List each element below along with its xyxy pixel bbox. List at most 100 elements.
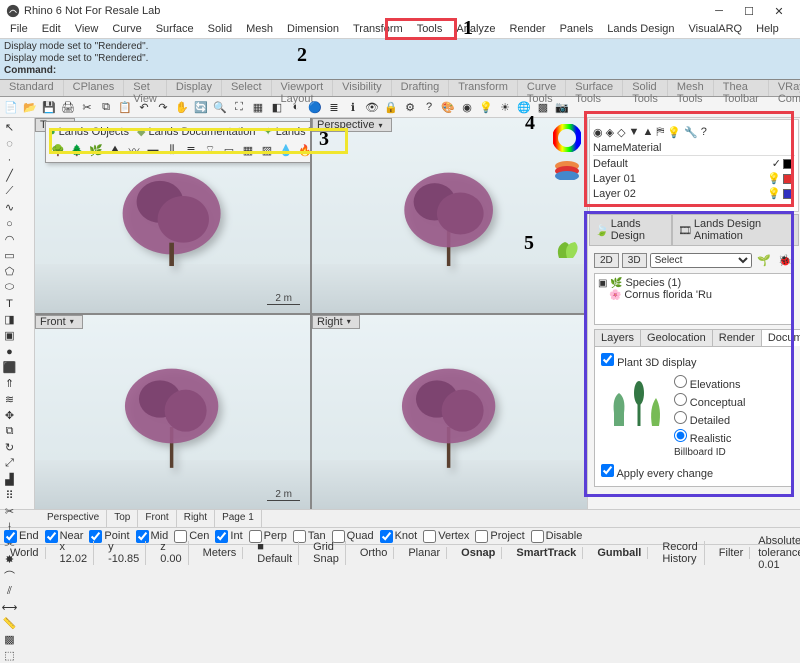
help-icon[interactable]: ?: [420, 98, 438, 116]
rectangle-icon[interactable]: ▭: [2, 248, 17, 263]
cplane-icon[interactable]: ◧: [268, 98, 286, 116]
hatch-icon[interactable]: ▩: [2, 632, 17, 647]
tab-thea[interactable]: Thea Toolbar: [714, 80, 769, 96]
layers-icon[interactable]: ≣: [325, 98, 343, 116]
subtab-render[interactable]: Render: [712, 329, 762, 346]
text-icon[interactable]: T: [2, 296, 17, 311]
menu-help[interactable]: Help: [749, 22, 786, 38]
close-button[interactable]: ✕: [764, 0, 794, 22]
shrub-icon[interactable]: 🌲: [68, 141, 86, 159]
menu-lands-design[interactable]: Lands Design: [600, 22, 681, 38]
path-icon[interactable]: 〰: [125, 141, 143, 159]
status-units[interactable]: Meters: [197, 547, 244, 559]
3d-button[interactable]: 3D: [622, 253, 647, 268]
status-osnap[interactable]: Osnap: [455, 547, 502, 559]
maximize-button[interactable]: ☐: [734, 0, 764, 22]
osnap-vertex[interactable]: Vertex: [423, 530, 469, 543]
undo-icon[interactable]: ↶: [135, 98, 153, 116]
plant-icon[interactable]: 🌳: [49, 141, 67, 159]
sun-icon[interactable]: ☀: [496, 98, 514, 116]
status-ortho[interactable]: Ortho: [354, 547, 395, 559]
camera-icon[interactable]: 📷: [553, 98, 571, 116]
render-icon[interactable]: 🔵: [306, 98, 324, 116]
osnap-project[interactable]: Project: [475, 530, 524, 543]
tab-select[interactable]: Select: [222, 80, 272, 96]
subtab-document[interactable]: Document: [761, 329, 800, 346]
redo-icon[interactable]: ↷: [154, 98, 172, 116]
light-panel-icon[interactable]: 💡: [667, 126, 681, 139]
lasso-icon[interactable]: ◌: [2, 136, 17, 151]
pick-plant-icon[interactable]: 🌱: [755, 251, 773, 269]
tab-setview[interactable]: Set View: [124, 80, 167, 96]
radio-conceptual[interactable]: Conceptual: [674, 393, 745, 409]
viewport-front[interactable]: Front▾ 2 m: [35, 315, 310, 510]
lock-icon[interactable]: 🔒: [382, 98, 400, 116]
point-icon[interactable]: ·: [2, 152, 17, 167]
fire-icon[interactable]: 🔥: [296, 141, 310, 159]
material-icon[interactable]: ◉: [458, 98, 476, 116]
command-area[interactable]: Display mode set to "Rendered". Display …: [0, 39, 800, 80]
status-record-history[interactable]: Record History: [656, 541, 704, 565]
open-icon[interactable]: 📂: [21, 98, 39, 116]
zone-icon[interactable]: ▨: [258, 141, 276, 159]
tab-transform[interactable]: Transform: [449, 80, 518, 96]
plant-3d-display-checkbox[interactable]: Plant 3D display: [601, 357, 697, 369]
vptab-right[interactable]: Right: [177, 510, 215, 527]
apply-every-change-checkbox[interactable]: Apply every change: [601, 464, 787, 480]
panel-tab-icon[interactable]: ▲: [642, 126, 653, 138]
rotate-view-icon[interactable]: 🔄: [192, 98, 210, 116]
wall-icon[interactable]: ▬: [144, 141, 162, 159]
tab-lands-design[interactable]: 🍃Lands Design: [589, 214, 672, 246]
pointer-icon[interactable]: ↖: [2, 120, 17, 135]
vptab-page1[interactable]: Page 1: [215, 510, 262, 527]
loft-icon[interactable]: ≋: [2, 392, 17, 407]
menu-edit[interactable]: Edit: [35, 22, 68, 38]
vptab-perspective[interactable]: Perspective: [40, 510, 107, 527]
shade-icon[interactable]: ◐: [287, 98, 305, 116]
radio-realistic[interactable]: Realistic: [674, 429, 745, 445]
menu-surface[interactable]: Surface: [149, 22, 201, 38]
menu-tools[interactable]: Tools: [410, 22, 450, 38]
menu-transform[interactable]: Transform: [346, 22, 410, 38]
options-icon[interactable]: ⚙: [401, 98, 419, 116]
tab-surface-tools[interactable]: Surface Tools: [566, 80, 623, 96]
menu-curve[interactable]: Curve: [105, 22, 148, 38]
minimize-button[interactable]: ─: [704, 0, 734, 22]
terrain-icon[interactable]: ⛰: [106, 141, 124, 159]
edit-plant-icon[interactable]: 🐞: [776, 251, 794, 269]
extrude-icon[interactable]: ⇑: [2, 376, 17, 391]
fence-icon[interactable]: ⫼: [163, 141, 181, 159]
color-wheel-icon[interactable]: 🎨: [439, 98, 457, 116]
polygon-icon[interactable]: ⬠: [2, 264, 17, 279]
viewport-right[interactable]: Right▾: [312, 315, 587, 510]
offset-icon[interactable]: ⫽: [2, 584, 17, 599]
label-icon[interactable]: ▭: [220, 141, 238, 159]
furniture-icon[interactable]: ⌔: [201, 141, 219, 159]
tab-curve-tools[interactable]: Curve Tools: [518, 80, 566, 96]
layer-row[interactable]: Default✓: [593, 156, 795, 171]
tab-display[interactable]: Display: [167, 80, 222, 96]
menu-dimension[interactable]: Dimension: [280, 22, 346, 38]
viewport-top[interactable]: Top▾ 2 m ●Lands Objects ◆Lands Documenta…: [35, 118, 310, 313]
irrigation-icon[interactable]: 💧: [277, 141, 295, 159]
tab-viewport-layout[interactable]: Viewport Layout: [272, 80, 334, 96]
layer-row[interactable]: Layer 02💡: [593, 186, 795, 201]
sphere-icon[interactable]: ●: [2, 344, 17, 359]
status-gumball[interactable]: Gumball: [591, 547, 648, 559]
menu-solid[interactable]: Solid: [201, 22, 239, 38]
radio-detailed[interactable]: Detailed: [674, 411, 745, 427]
panel-tab-icon[interactable]: ◇: [617, 126, 625, 139]
menu-render[interactable]: Render: [503, 22, 553, 38]
wrench-icon[interactable]: 🔧: [684, 126, 698, 139]
vptab-top[interactable]: Top: [107, 510, 138, 527]
status-filter[interactable]: Filter: [713, 547, 750, 559]
trim-icon[interactable]: ✂: [2, 504, 17, 519]
status-gridsnap[interactable]: Grid Snap: [307, 541, 346, 565]
menu-file[interactable]: File: [3, 22, 35, 38]
ellipse-icon[interactable]: ⬭: [2, 280, 17, 295]
line-icon[interactable]: ╱: [2, 168, 17, 183]
texture-icon[interactable]: ▩: [534, 98, 552, 116]
vptab-front[interactable]: Front: [138, 510, 176, 527]
menu-analyze[interactable]: Analyze: [449, 22, 502, 38]
arc-icon[interactable]: ◠: [2, 232, 17, 247]
